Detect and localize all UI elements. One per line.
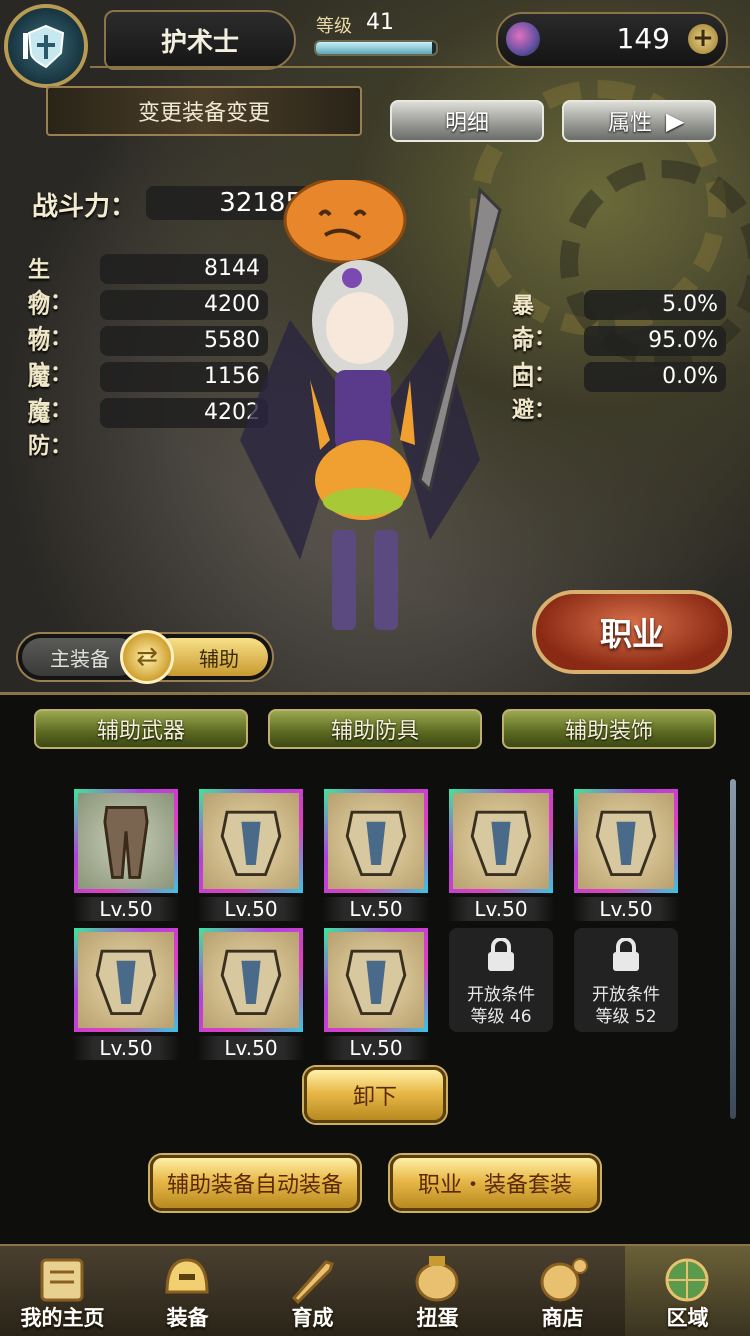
add-gems-button[interactable]: +	[688, 24, 718, 54]
tab-sub-accessory[interactable]: 辅助装饰	[502, 709, 716, 749]
career-set-button[interactable]: 职业・装备套装	[390, 1155, 600, 1211]
stat-value: 5.0%	[584, 290, 726, 320]
slot-level: Lv.50	[197, 897, 305, 921]
nav-training[interactable]: 育成	[250, 1246, 375, 1336]
gem-count: 149	[616, 22, 670, 55]
slot-level: Lv.50	[72, 897, 180, 921]
armor-icon	[449, 789, 553, 893]
armor-icon	[324, 789, 428, 893]
slot-level: Lv.50	[197, 1036, 305, 1060]
equipment-slot[interactable]: Lv.50	[197, 789, 307, 921]
lock-icon	[613, 938, 639, 971]
change-gear-label: 变更装备变更	[46, 86, 362, 136]
helmet-icon	[165, 1258, 209, 1294]
slot-level: Lv.50	[322, 1036, 430, 1060]
nav-label: 我的主页	[20, 1306, 105, 1330]
sword-icon	[291, 1260, 334, 1305]
nav-home[interactable]: 我的主页	[0, 1246, 125, 1336]
slot-level: Lv.50	[322, 897, 430, 921]
armor-icon	[324, 928, 428, 1032]
armor-icon	[74, 928, 178, 1032]
tab-sub-armor[interactable]: 辅助防具	[268, 709, 482, 749]
equipment-slot[interactable]: Lv.50	[322, 928, 432, 1060]
equipment-panel: 辅助武器 辅助防具 辅助装饰 Lv.50 Lv.50 Lv.50 Lv.50 L…	[0, 692, 750, 1245]
locked-slot: 开放条件 等级 52	[574, 928, 678, 1032]
bottom-nav: 我的主页 装备 育成 扭蛋 商店 区域	[0, 1244, 750, 1336]
stat-label: 回避：	[512, 366, 557, 423]
nav-equipment[interactable]: 装备	[125, 1246, 250, 1336]
scroll-icon	[40, 1258, 84, 1302]
coin-icon	[540, 1258, 588, 1302]
lock-icon	[488, 938, 514, 971]
level-value: 41	[366, 10, 394, 35]
lock-level: 等级 46	[470, 1007, 532, 1027]
attributes-button-label: 属性	[608, 111, 653, 136]
career-button[interactable]: 职业	[532, 590, 732, 674]
globe-icon	[665, 1258, 709, 1302]
slot-level: Lv.50	[72, 1036, 180, 1060]
level-label: 等级	[316, 16, 352, 37]
stat-label: 魔防：	[28, 402, 73, 459]
level-display: 等级 41	[300, 10, 450, 66]
stat-value: 0.0%	[584, 362, 726, 392]
slot-level: Lv.50	[447, 897, 555, 921]
nav-shop[interactable]: 商店	[500, 1246, 625, 1336]
equipment-slot[interactable]: Lv.50	[322, 789, 432, 921]
class-title: 护术士	[104, 10, 296, 70]
equipment-mode-toggle[interactable]: 主装备 辅助 ⇄	[16, 630, 274, 684]
unequip-button[interactable]: 卸下	[304, 1067, 446, 1123]
detail-button[interactable]: 明细	[390, 100, 544, 142]
nav-label: 区域	[666, 1306, 709, 1330]
scrollbar[interactable]	[730, 779, 736, 1119]
armor-icon	[199, 928, 303, 1032]
nav-gacha[interactable]: 扭蛋	[375, 1246, 500, 1336]
xp-bar	[314, 40, 438, 56]
armor-icon	[574, 789, 678, 893]
divider	[90, 66, 750, 74]
top-bar: 护术士 等级 41 149 +	[0, 0, 750, 88]
play-arrow-icon: ▶	[666, 107, 685, 135]
nav-label: 育成	[291, 1306, 334, 1330]
slot-level: Lv.50	[572, 897, 680, 921]
locked-slot: 开放条件 等级 46	[449, 928, 553, 1032]
auto-equip-button[interactable]: 辅助装备自动装备	[150, 1155, 360, 1211]
nav-label: 扭蛋	[416, 1306, 459, 1330]
power-label: 战斗力：	[32, 192, 137, 222]
equipment-slot[interactable]: Lv.50	[72, 789, 182, 921]
equipment-slot[interactable]: Lv.50	[572, 789, 682, 921]
stat-value: 95.0%	[584, 326, 726, 356]
gem-icon	[506, 22, 540, 56]
pants-icon	[74, 789, 178, 893]
nav-area[interactable]: 区域	[625, 1246, 750, 1336]
gacha-icon	[415, 1256, 459, 1302]
swap-icon[interactable]: ⇄	[120, 630, 174, 684]
equipment-slot[interactable]: Lv.50	[72, 928, 182, 1060]
xp-bar-fill	[316, 42, 433, 54]
attributes-button[interactable]: 属性 ▶	[562, 100, 716, 142]
equipment-slot[interactable]: Lv.50	[197, 928, 307, 1060]
class-emblem-icon[interactable]	[4, 4, 88, 88]
armor-icon	[199, 789, 303, 893]
nav-label: 装备	[166, 1306, 209, 1330]
nav-label: 商店	[541, 1306, 584, 1330]
equipment-slot[interactable]: Lv.50	[447, 789, 557, 921]
tab-sub-weapon[interactable]: 辅助武器	[34, 709, 248, 749]
gem-currency: 149 +	[496, 12, 728, 68]
character-sprite	[230, 176, 530, 650]
lock-level: 等级 52	[595, 1007, 657, 1027]
